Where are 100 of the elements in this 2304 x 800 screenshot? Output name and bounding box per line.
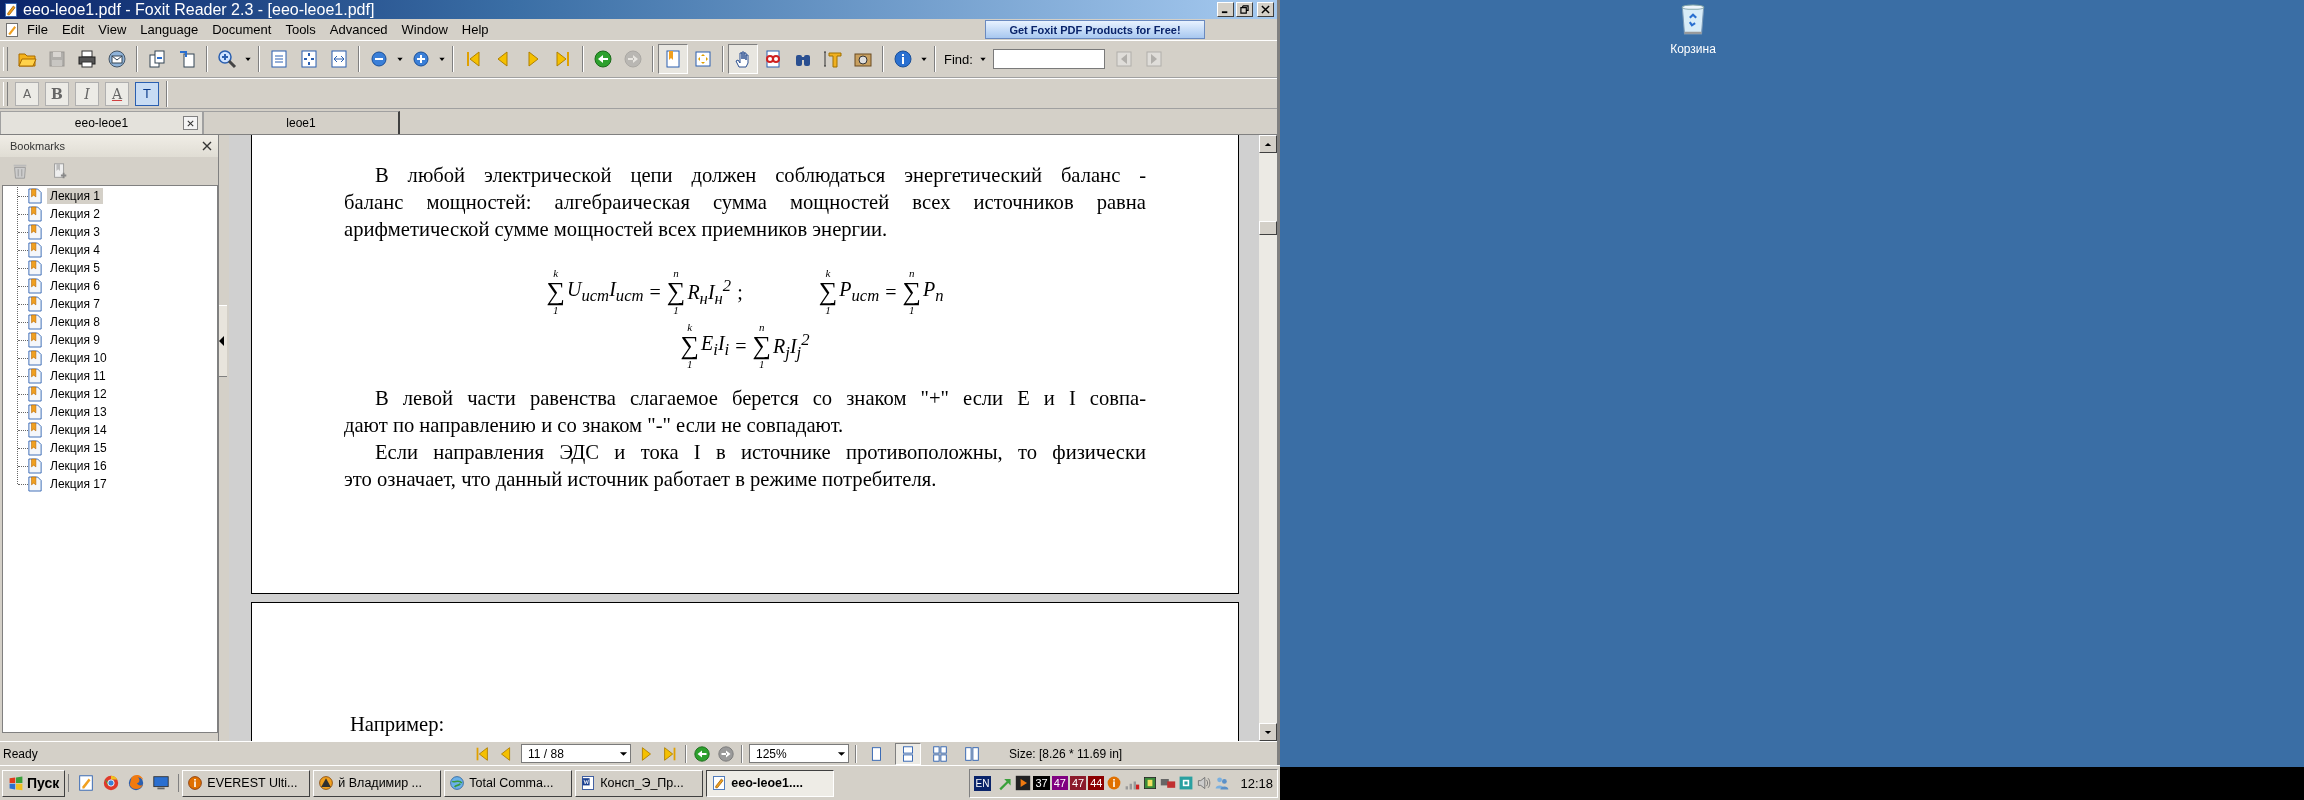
collapse-arrow-icon[interactable] xyxy=(219,336,224,346)
bookmark-item[interactable]: Лекция 17 xyxy=(47,476,110,492)
trash-bin-icon[interactable] xyxy=(1680,4,1706,36)
info-icon[interactable] xyxy=(1106,775,1123,791)
bookmark-page-icon xyxy=(28,332,42,348)
menu-item[interactable]: Tools xyxy=(278,22,323,37)
document-tab[interactable]: eeo-leoe1 xyxy=(0,111,203,134)
language-indicator[interactable]: EN xyxy=(973,775,992,791)
users-icon[interactable] xyxy=(1214,775,1231,791)
tray-counter[interactable]: 44 xyxy=(1088,776,1105,790)
taskbar-button[interactable]: й Владимир ... xyxy=(313,769,442,797)
bookmark-item[interactable]: Лекция 2 xyxy=(47,206,103,222)
menu-item[interactable]: Language xyxy=(133,22,206,37)
text-tool-button[interactable]: A xyxy=(15,81,39,106)
scroll-thumb[interactable] xyxy=(1259,221,1277,235)
bookmark-item[interactable]: Лекция 14 xyxy=(47,422,110,438)
close-icon[interactable] xyxy=(202,141,212,151)
play-icon[interactable] xyxy=(1015,775,1032,791)
menu-item[interactable]: View xyxy=(91,22,134,37)
menu-item[interactable]: Document xyxy=(205,22,279,37)
zoom-in-icon xyxy=(217,49,237,69)
monitor-icon[interactable] xyxy=(152,774,171,792)
sync-icon[interactable] xyxy=(1178,775,1195,791)
chip-icon[interactable] xyxy=(1142,775,1159,791)
taskbar-button[interactable]: Total Comma... xyxy=(444,769,573,797)
clock: 12:18 xyxy=(1240,775,1273,791)
tray-counter[interactable]: 37 xyxy=(1033,776,1050,790)
bookmark-item[interactable]: Лекция 10 xyxy=(47,350,110,366)
formula: k ∑ 1 U$_{ист}$I$_{ист}$ = n ∑ 1 R$_{н}$I$_{н}$$^{2}$ ; xyxy=(546,266,744,318)
fit-width-icon xyxy=(329,49,349,69)
scroll-up-button[interactable] xyxy=(1259,135,1277,153)
start-button[interactable]: Пуск xyxy=(2,769,66,797)
bookmark-item[interactable]: Лекция 6 xyxy=(47,278,103,294)
close-icon xyxy=(1260,5,1271,14)
menu-item[interactable]: Advanced xyxy=(322,22,395,37)
text-tool-button[interactable]: B xyxy=(45,81,69,106)
add-bookmark-icon[interactable] xyxy=(51,162,69,180)
desktop-icon-label[interactable]: Корзина xyxy=(1670,42,1716,56)
bookmark-page-icon xyxy=(28,242,42,258)
page-number-field[interactable]: 11 / 88 xyxy=(521,744,631,763)
browser-icon[interactable] xyxy=(127,774,146,792)
bookmark-item[interactable]: Лекция 11 xyxy=(47,368,109,384)
document-icon xyxy=(580,775,597,791)
bookmark-item[interactable]: Лекция 15 xyxy=(47,440,110,456)
speaker-icon[interactable] xyxy=(1196,775,1213,791)
zoom-field[interactable]: 125% xyxy=(749,744,849,763)
up-arrow-icon xyxy=(1264,141,1272,147)
bookmark-icon xyxy=(663,49,683,69)
close-tab-button[interactable] xyxy=(183,116,198,130)
bookmark-item[interactable]: Лекция 1 xyxy=(47,188,103,204)
bookmark-page-icon xyxy=(28,278,42,294)
tray-counter[interactable]: 47 xyxy=(1069,776,1087,790)
bookmark-page-icon xyxy=(28,386,42,402)
taskbar-button[interactable]: Консп_Э_Пр... xyxy=(575,769,704,797)
bookmark-item[interactable]: Лекция 16 xyxy=(47,458,110,474)
menu-item[interactable]: Window xyxy=(394,22,455,37)
menu-item[interactable]: Edit xyxy=(54,22,92,37)
status-text: Ready xyxy=(3,746,39,761)
text-tool-button[interactable]: I xyxy=(75,81,99,106)
minimize-button[interactable] xyxy=(1217,2,1234,17)
text-cursor-icon xyxy=(823,49,843,69)
restore-button[interactable] xyxy=(1236,2,1253,17)
tray-counter[interactable]: 47 xyxy=(1051,776,1068,790)
globe-icon xyxy=(449,775,466,791)
facing-pages-icon xyxy=(963,744,981,763)
bookmark-item[interactable]: Лекция 12 xyxy=(47,386,110,402)
bookmark-item[interactable]: Лекция 5 xyxy=(47,260,103,276)
taskbar-button[interactable]: EVEREST Ulti... xyxy=(182,769,311,797)
pdf-document-icon[interactable] xyxy=(77,774,96,792)
bookmark-item[interactable]: Лекция 8 xyxy=(47,314,103,330)
bookmark-item[interactable]: Лекция 7 xyxy=(47,296,103,312)
browser-icon[interactable] xyxy=(102,774,121,792)
text-tool-button[interactable]: T xyxy=(135,81,159,106)
page-arrow-icon xyxy=(177,49,197,69)
close-button[interactable] xyxy=(1257,2,1274,17)
document-tab[interactable]: leoe1 xyxy=(203,111,400,134)
down-arrow-icon xyxy=(1264,729,1272,735)
promo-button[interactable]: Get Foxit PDF Products for Free! xyxy=(985,20,1205,39)
bookmark-item[interactable]: Лекция 3 xyxy=(47,224,103,240)
fit-page-icon xyxy=(299,49,319,69)
bookmark-page-icon xyxy=(28,188,42,204)
windows-logo-icon xyxy=(8,775,24,791)
back-icon[interactable] xyxy=(693,744,711,763)
menu-item[interactable]: File xyxy=(20,22,55,37)
caret-icon xyxy=(619,750,628,757)
scroll-down-button[interactable] xyxy=(1259,723,1277,741)
view-mode-button[interactable] xyxy=(895,742,921,765)
page-size-text: Size: [8.26 * 11.69 in] xyxy=(1009,746,1123,761)
bookmark-item[interactable]: Лекция 9 xyxy=(47,332,103,348)
find-field[interactable] xyxy=(992,49,1105,69)
forward-icon[interactable] xyxy=(717,744,735,763)
scrollbar[interactable] xyxy=(1259,135,1277,741)
bookmark-page-icon xyxy=(28,260,42,276)
menu-item[interactable]: Help xyxy=(454,22,496,37)
info-icon xyxy=(893,49,913,69)
bookmark-item[interactable]: Лекция 13 xyxy=(47,404,110,420)
text-tool-button[interactable]: A xyxy=(105,81,129,106)
taskbar-button[interactable]: eeo-leoe1.... xyxy=(706,769,835,797)
bookmark-item[interactable]: Лекция 4 xyxy=(47,242,103,258)
bookmark-page-icon xyxy=(28,440,42,456)
